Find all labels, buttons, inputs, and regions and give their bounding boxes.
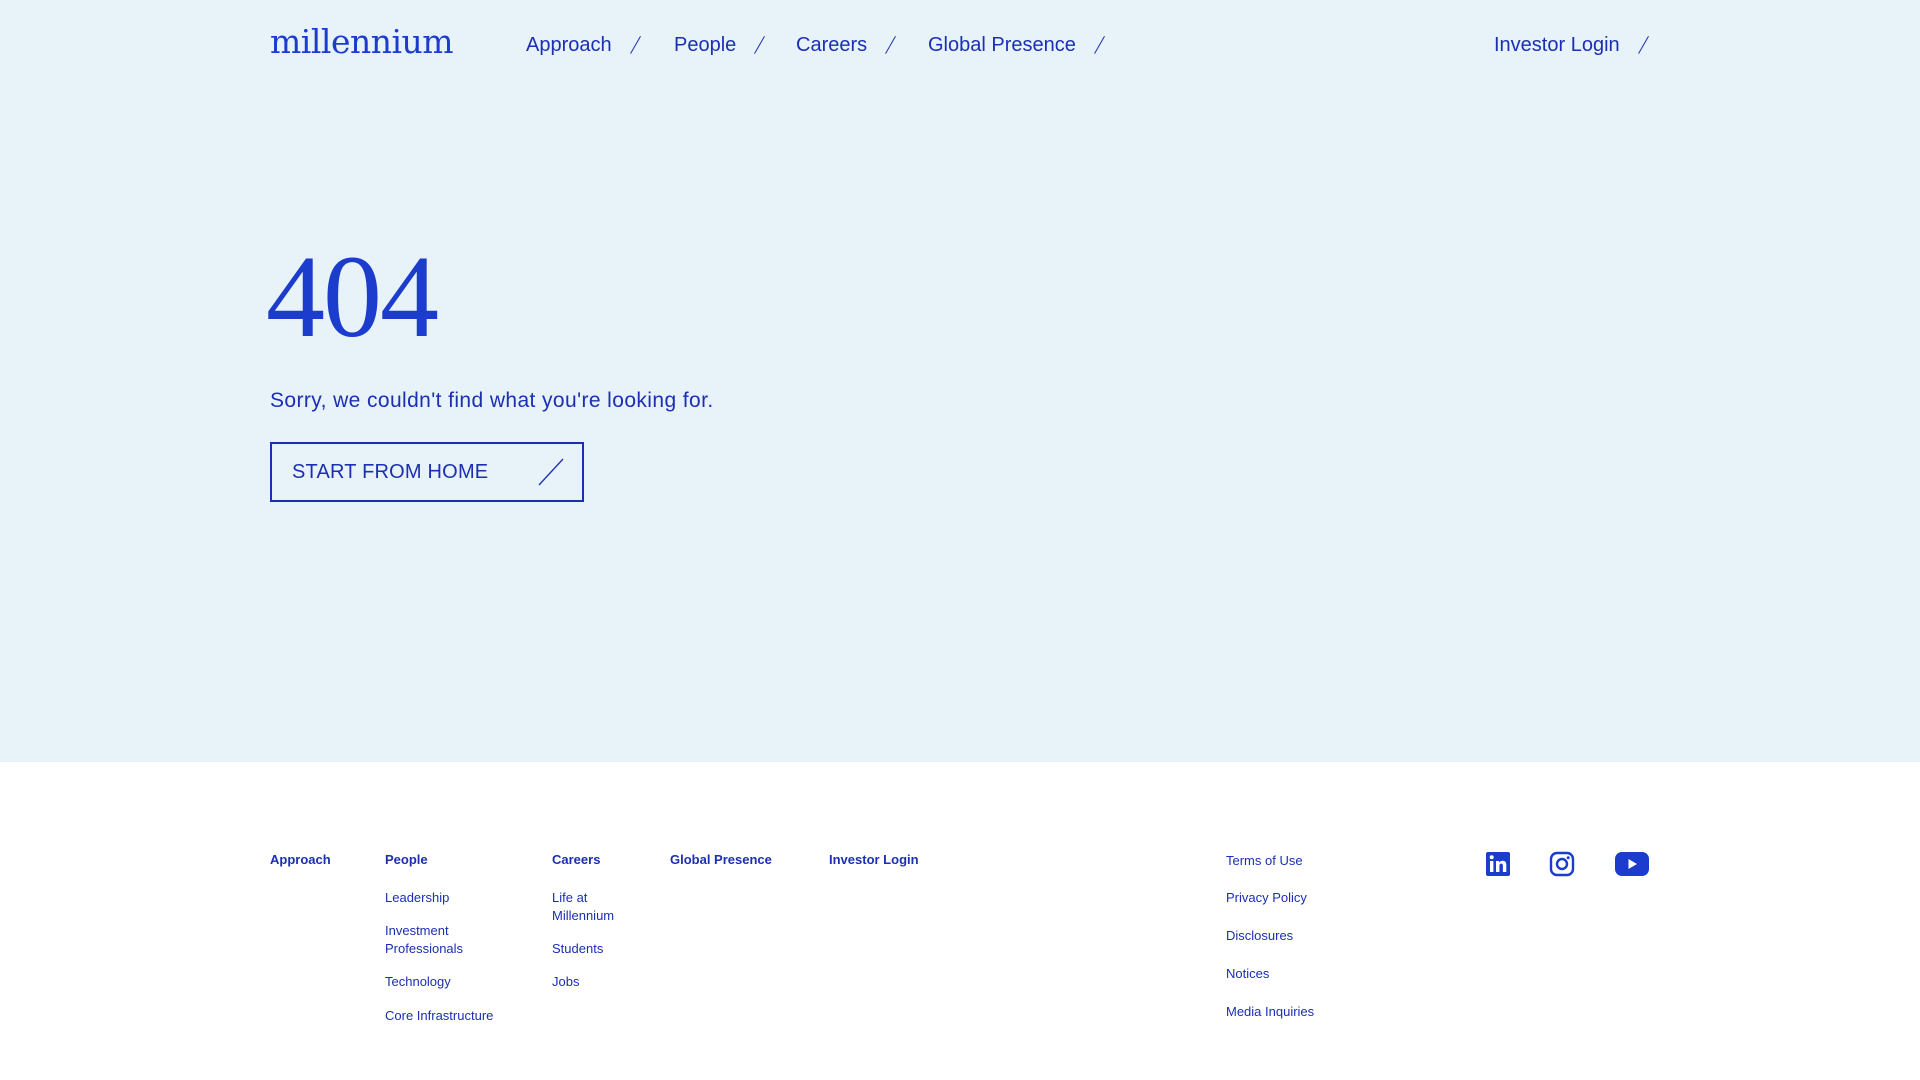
error-code: 404 — [266, 231, 439, 362]
footer-link-terms-of-use[interactable]: Terms of Use — [1226, 852, 1303, 870]
slash-icon — [1638, 36, 1650, 54]
nav-approach[interactable]: Approach — [526, 30, 642, 60]
linkedin-icon[interactable] — [1485, 850, 1511, 878]
slash-icon — [754, 36, 766, 54]
footer-link-life-at-millennium[interactable]: Life at Millennium — [552, 889, 632, 925]
footer-link-disclosures[interactable]: Disclosures — [1226, 927, 1293, 945]
slash-icon — [630, 36, 642, 54]
footer-heading-global-presence[interactable]: Global Presence — [670, 852, 772, 867]
footer-link-notices[interactable]: Notices — [1226, 965, 1269, 983]
slash-icon — [885, 36, 897, 54]
youtube-icon[interactable] — [1614, 850, 1650, 878]
nav-careers[interactable]: Careers — [796, 30, 897, 60]
nav-careers-label: Careers — [796, 33, 868, 56]
footer-link-students[interactable]: Students — [552, 940, 603, 958]
footer-link-media-inquiries[interactable]: Media Inquiries — [1226, 1003, 1314, 1021]
nav-people[interactable]: People — [674, 30, 766, 60]
nav-people-label: People — [674, 33, 737, 56]
nav-investor-login-label: Investor Login — [1494, 33, 1620, 56]
nav-global-presence[interactable]: Global Presence — [928, 30, 1106, 60]
start-from-home-button[interactable]: START FROM HOME — [270, 442, 584, 502]
error-message: Sorry, we couldn't find what you're look… — [270, 389, 714, 412]
instagram-icon[interactable] — [1549, 850, 1575, 878]
site-logo[interactable]: millennium — [270, 22, 454, 61]
hero-section — [0, 0, 1920, 762]
footer-link-leadership[interactable]: Leadership — [385, 889, 449, 907]
nav-investor-login[interactable]: Investor Login — [1494, 30, 1650, 60]
footer-link-technology[interactable]: Technology — [385, 973, 451, 991]
footer-heading-careers[interactable]: Careers — [552, 852, 600, 867]
footer-heading-approach[interactable]: Approach — [270, 852, 331, 867]
nav-approach-label: Approach — [526, 33, 612, 56]
footer-heading-people[interactable]: People — [385, 852, 428, 867]
slash-icon — [1094, 36, 1106, 54]
footer-link-jobs[interactable]: Jobs — [552, 973, 579, 991]
slash-icon — [538, 458, 564, 486]
footer-heading-investor-login[interactable]: Investor Login — [829, 852, 919, 867]
footer-link-core-infrastructure[interactable]: Core Infrastructure — [385, 1007, 493, 1025]
nav-global-presence-label: Global Presence — [928, 33, 1076, 56]
footer-link-investment-professionals[interactable]: Investment Professionals — [385, 922, 485, 958]
start-from-home-label: START FROM HOME — [292, 460, 489, 483]
footer-link-privacy-policy[interactable]: Privacy Policy — [1226, 889, 1307, 907]
